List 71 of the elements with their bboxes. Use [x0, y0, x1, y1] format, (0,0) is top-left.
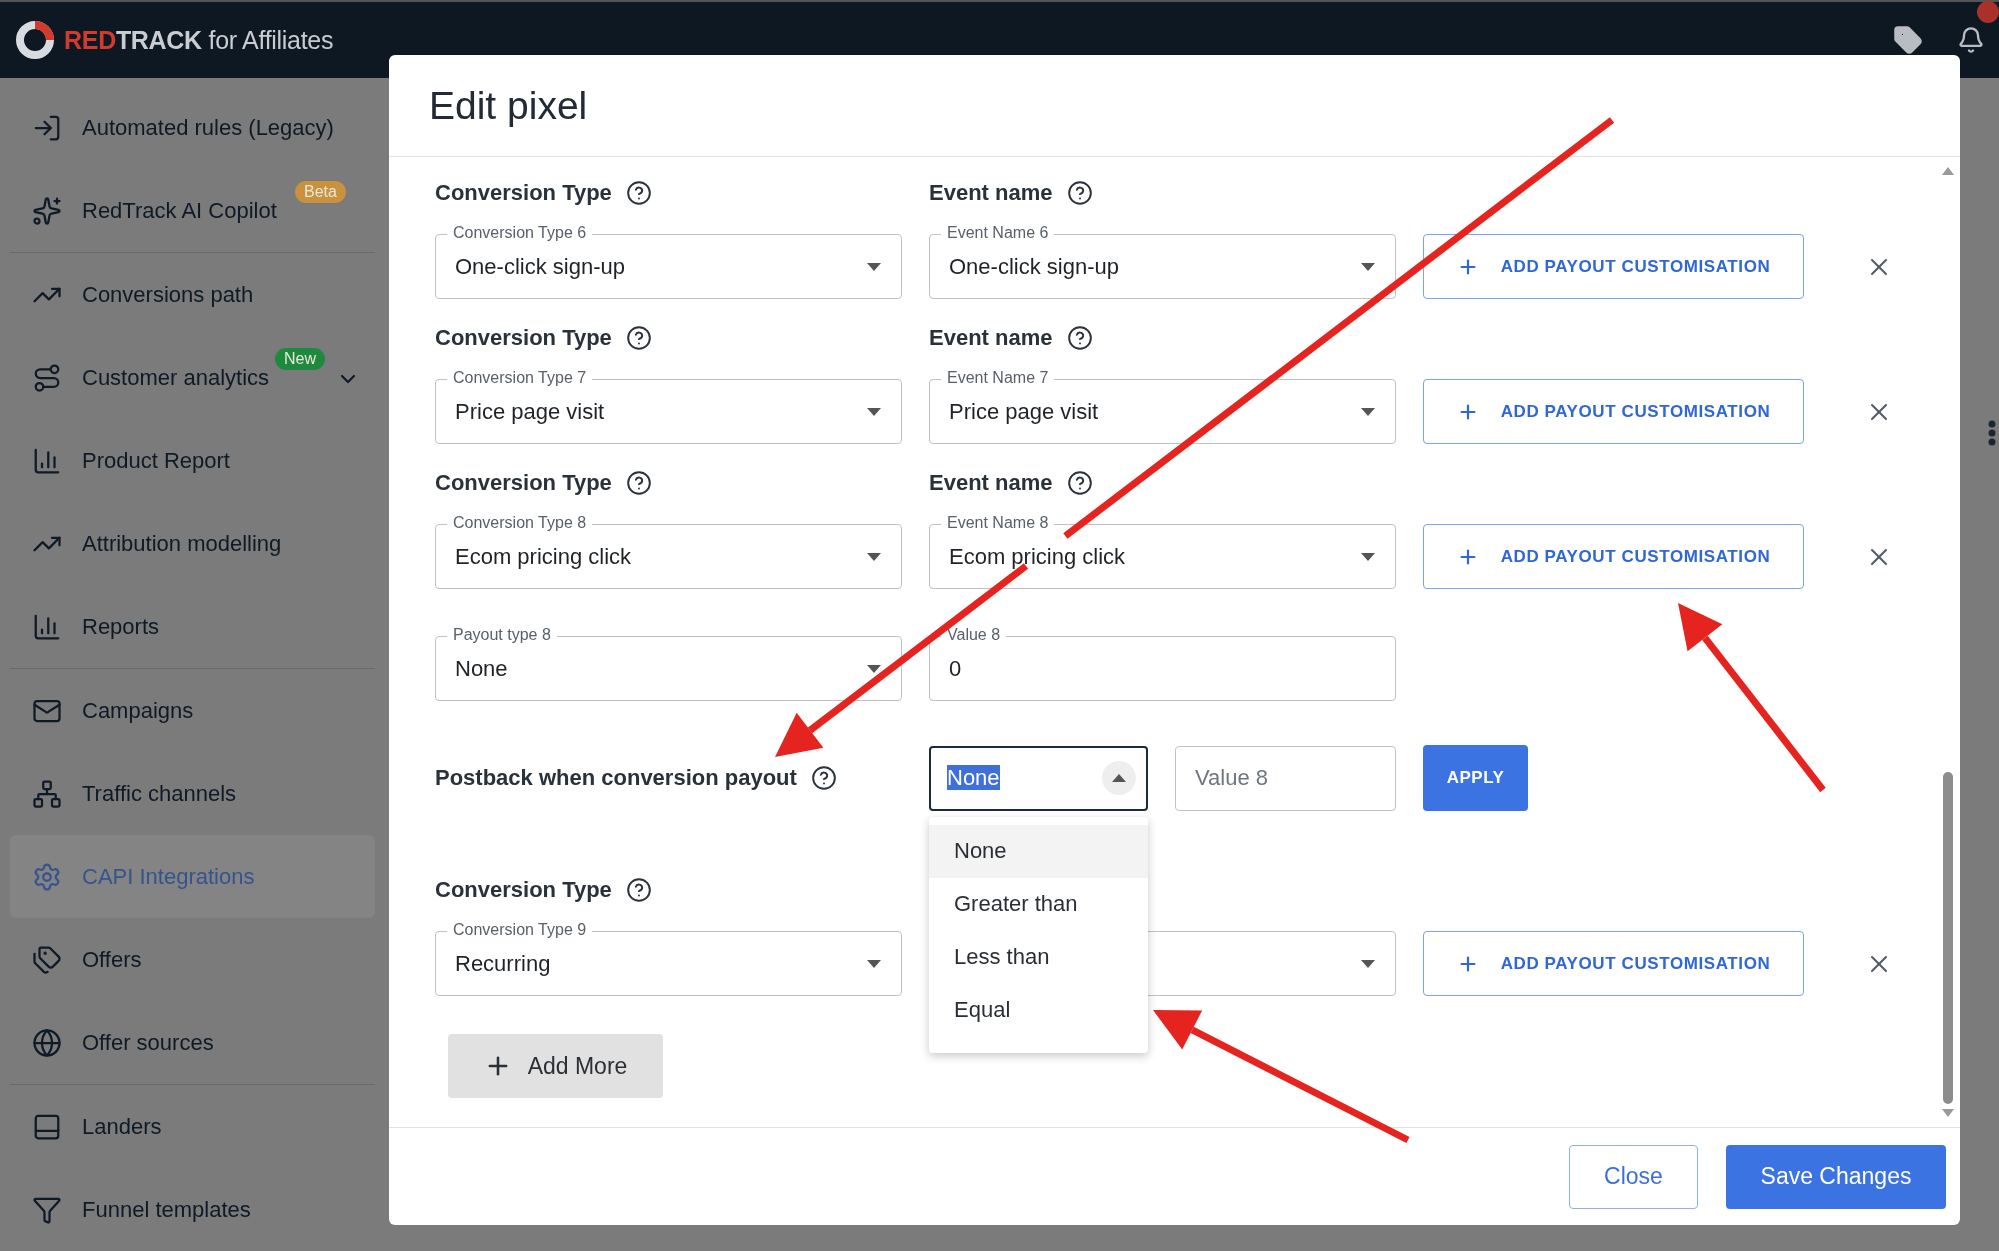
caret-icon — [867, 959, 881, 968]
sidebar-item[interactable]: Reports — [10, 585, 375, 668]
close-button[interactable]: Close — [1569, 1144, 1698, 1209]
caret-icon — [1361, 552, 1375, 561]
badge: Beta — [295, 181, 346, 203]
save-button[interactable]: Save Changes — [1726, 1144, 1946, 1209]
modal-title: Edit pixel — [389, 55, 1960, 157]
sidebar-item[interactable]: Offer sources — [10, 1001, 375, 1084]
section-heading: Conversion Type — [435, 877, 612, 903]
sidebar-item[interactable]: Offers — [10, 918, 375, 1001]
sidebar-item[interactable]: Attribution modelling — [10, 502, 375, 585]
add-payout-button[interactable]: ADD PAYOUT CUSTOMISATION — [1423, 379, 1804, 444]
section-heading: Conversion Type — [435, 325, 612, 351]
add-payout-button[interactable]: ADD PAYOUT CUSTOMISATION — [1423, 931, 1804, 996]
field-label: Conversion Type 7 — [447, 369, 593, 387]
section-heading: Event name — [929, 325, 1053, 351]
route-icon — [32, 362, 62, 393]
postback-label: Postback when conversion payout — [435, 765, 797, 791]
help-icon[interactable] — [1066, 180, 1093, 206]
section-heading: Event name — [929, 180, 1053, 206]
caret-icon — [867, 552, 881, 561]
sparkles-icon — [32, 195, 62, 226]
help-icon[interactable] — [1066, 325, 1093, 351]
menu-item[interactable]: Less than — [929, 930, 1148, 984]
help-icon[interactable] — [1066, 470, 1093, 496]
caret-icon — [1361, 959, 1375, 968]
section-heading: Conversion Type — [435, 180, 612, 206]
caret-icon — [1112, 774, 1126, 782]
caret-icon — [867, 407, 881, 416]
sidebar-item[interactable]: Automated rules (Legacy) — [10, 86, 375, 169]
network-icon — [32, 778, 62, 809]
value-field[interactable]: Value 8 — [1175, 745, 1396, 811]
sidebar-item[interactable]: Traffic channels — [10, 752, 375, 835]
tags-icon — [32, 944, 62, 975]
gear-icon — [32, 861, 62, 892]
field-label: Conversion Type 8 — [447, 514, 593, 532]
caret-icon — [1361, 262, 1375, 271]
help-icon[interactable] — [625, 877, 652, 903]
help-icon[interactable] — [810, 765, 837, 791]
add-more-button[interactable]: Add More — [448, 1034, 663, 1098]
caret-icon — [867, 262, 881, 271]
menu-item[interactable]: None — [929, 824, 1148, 878]
add-payout-button[interactable]: ADD PAYOUT CUSTOMISATION — [1423, 234, 1804, 299]
logo-text: REDTRACK for Affiliates — [64, 25, 334, 55]
field-label: Conversion Type 9 — [447, 921, 593, 939]
sidebar-item[interactable]: Funnel templates — [10, 1168, 375, 1251]
sidebar-item[interactable]: RedTrack AI Copilot Beta — [10, 169, 375, 252]
help-icon[interactable] — [625, 470, 652, 496]
sidebar-item[interactable]: Conversions path — [10, 253, 375, 336]
help-icon[interactable] — [625, 180, 652, 206]
sidebar-item[interactable]: Campaigns — [10, 669, 375, 752]
apply-button[interactable]: APPLY — [1423, 745, 1528, 811]
bell-icon[interactable] — [1957, 26, 1985, 54]
tag-icon[interactable] — [1893, 25, 1923, 55]
section-heading: Event name — [929, 470, 1053, 496]
menu-item[interactable]: Greater than — [929, 877, 1148, 931]
add-payout-button[interactable]: ADD PAYOUT CUSTOMISATION — [1423, 524, 1804, 589]
sidebar-item[interactable]: Landers — [10, 1085, 375, 1168]
more-icon[interactable] — [1988, 420, 1996, 446]
field-label: Conversion Type 6 — [447, 224, 593, 242]
caret-icon — [1361, 407, 1375, 416]
logo-icon — [14, 19, 56, 61]
caret-icon — [867, 664, 881, 673]
sidebar-item[interactable]: Product Report — [10, 419, 375, 502]
section-heading: Conversion Type — [435, 470, 612, 496]
help-icon[interactable] — [625, 325, 652, 351]
menu-item[interactable]: Equal — [929, 983, 1148, 1037]
sidebar-item[interactable]: Customer analytics New — [10, 336, 375, 419]
badge: New — [275, 348, 325, 370]
globe-icon — [32, 1027, 62, 1058]
field-label: Payout type 8 — [447, 626, 557, 644]
